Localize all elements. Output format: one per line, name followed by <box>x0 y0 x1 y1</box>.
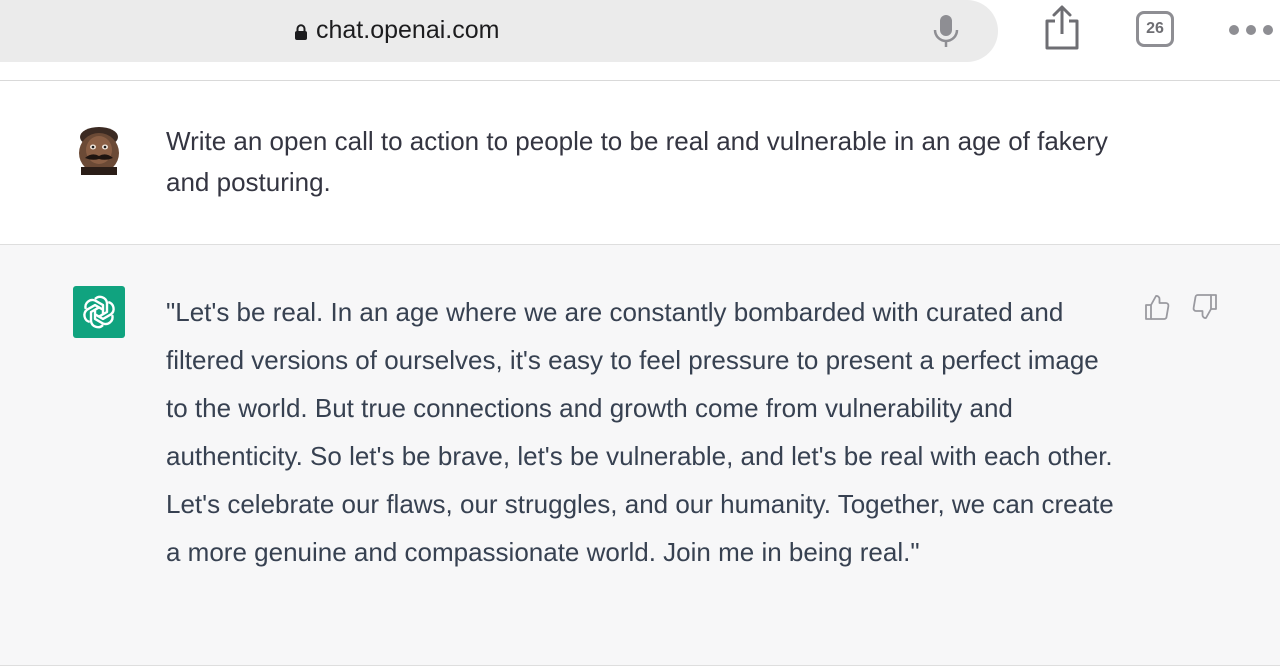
browser-toolbar: chat.openai.com 26 <box>0 0 1280 81</box>
tab-count: 26 <box>1146 20 1164 37</box>
url-text: chat.openai.com <box>316 15 500 44</box>
assistant-message: "Let's be real. In an age where we are c… <box>166 297 1114 567</box>
share-icon[interactable] <box>1042 4 1082 52</box>
assistant-message-row: "Let's be real. In an age where we are c… <box>0 245 1280 666</box>
user-message-row: Write an open call to action to people t… <box>0 81 1280 245</box>
assistant-avatar <box>73 286 125 338</box>
user-avatar-image <box>73 123 125 175</box>
microphone-icon[interactable] <box>932 13 960 49</box>
tabs-button[interactable]: 26 <box>1136 11 1174 47</box>
thumbs-down-icon[interactable] <box>1191 293 1219 321</box>
thumbs-up-icon[interactable] <box>1143 293 1171 321</box>
user-message: Write an open call to action to people t… <box>166 126 1108 197</box>
openai-logo-icon <box>83 295 115 329</box>
url-display[interactable]: chat.openai.com <box>294 14 499 46</box>
avatar <box>73 123 125 175</box>
address-bar[interactable]: chat.openai.com <box>0 0 998 62</box>
lock-icon <box>295 24 307 40</box>
more-icon[interactable] <box>1226 22 1276 38</box>
